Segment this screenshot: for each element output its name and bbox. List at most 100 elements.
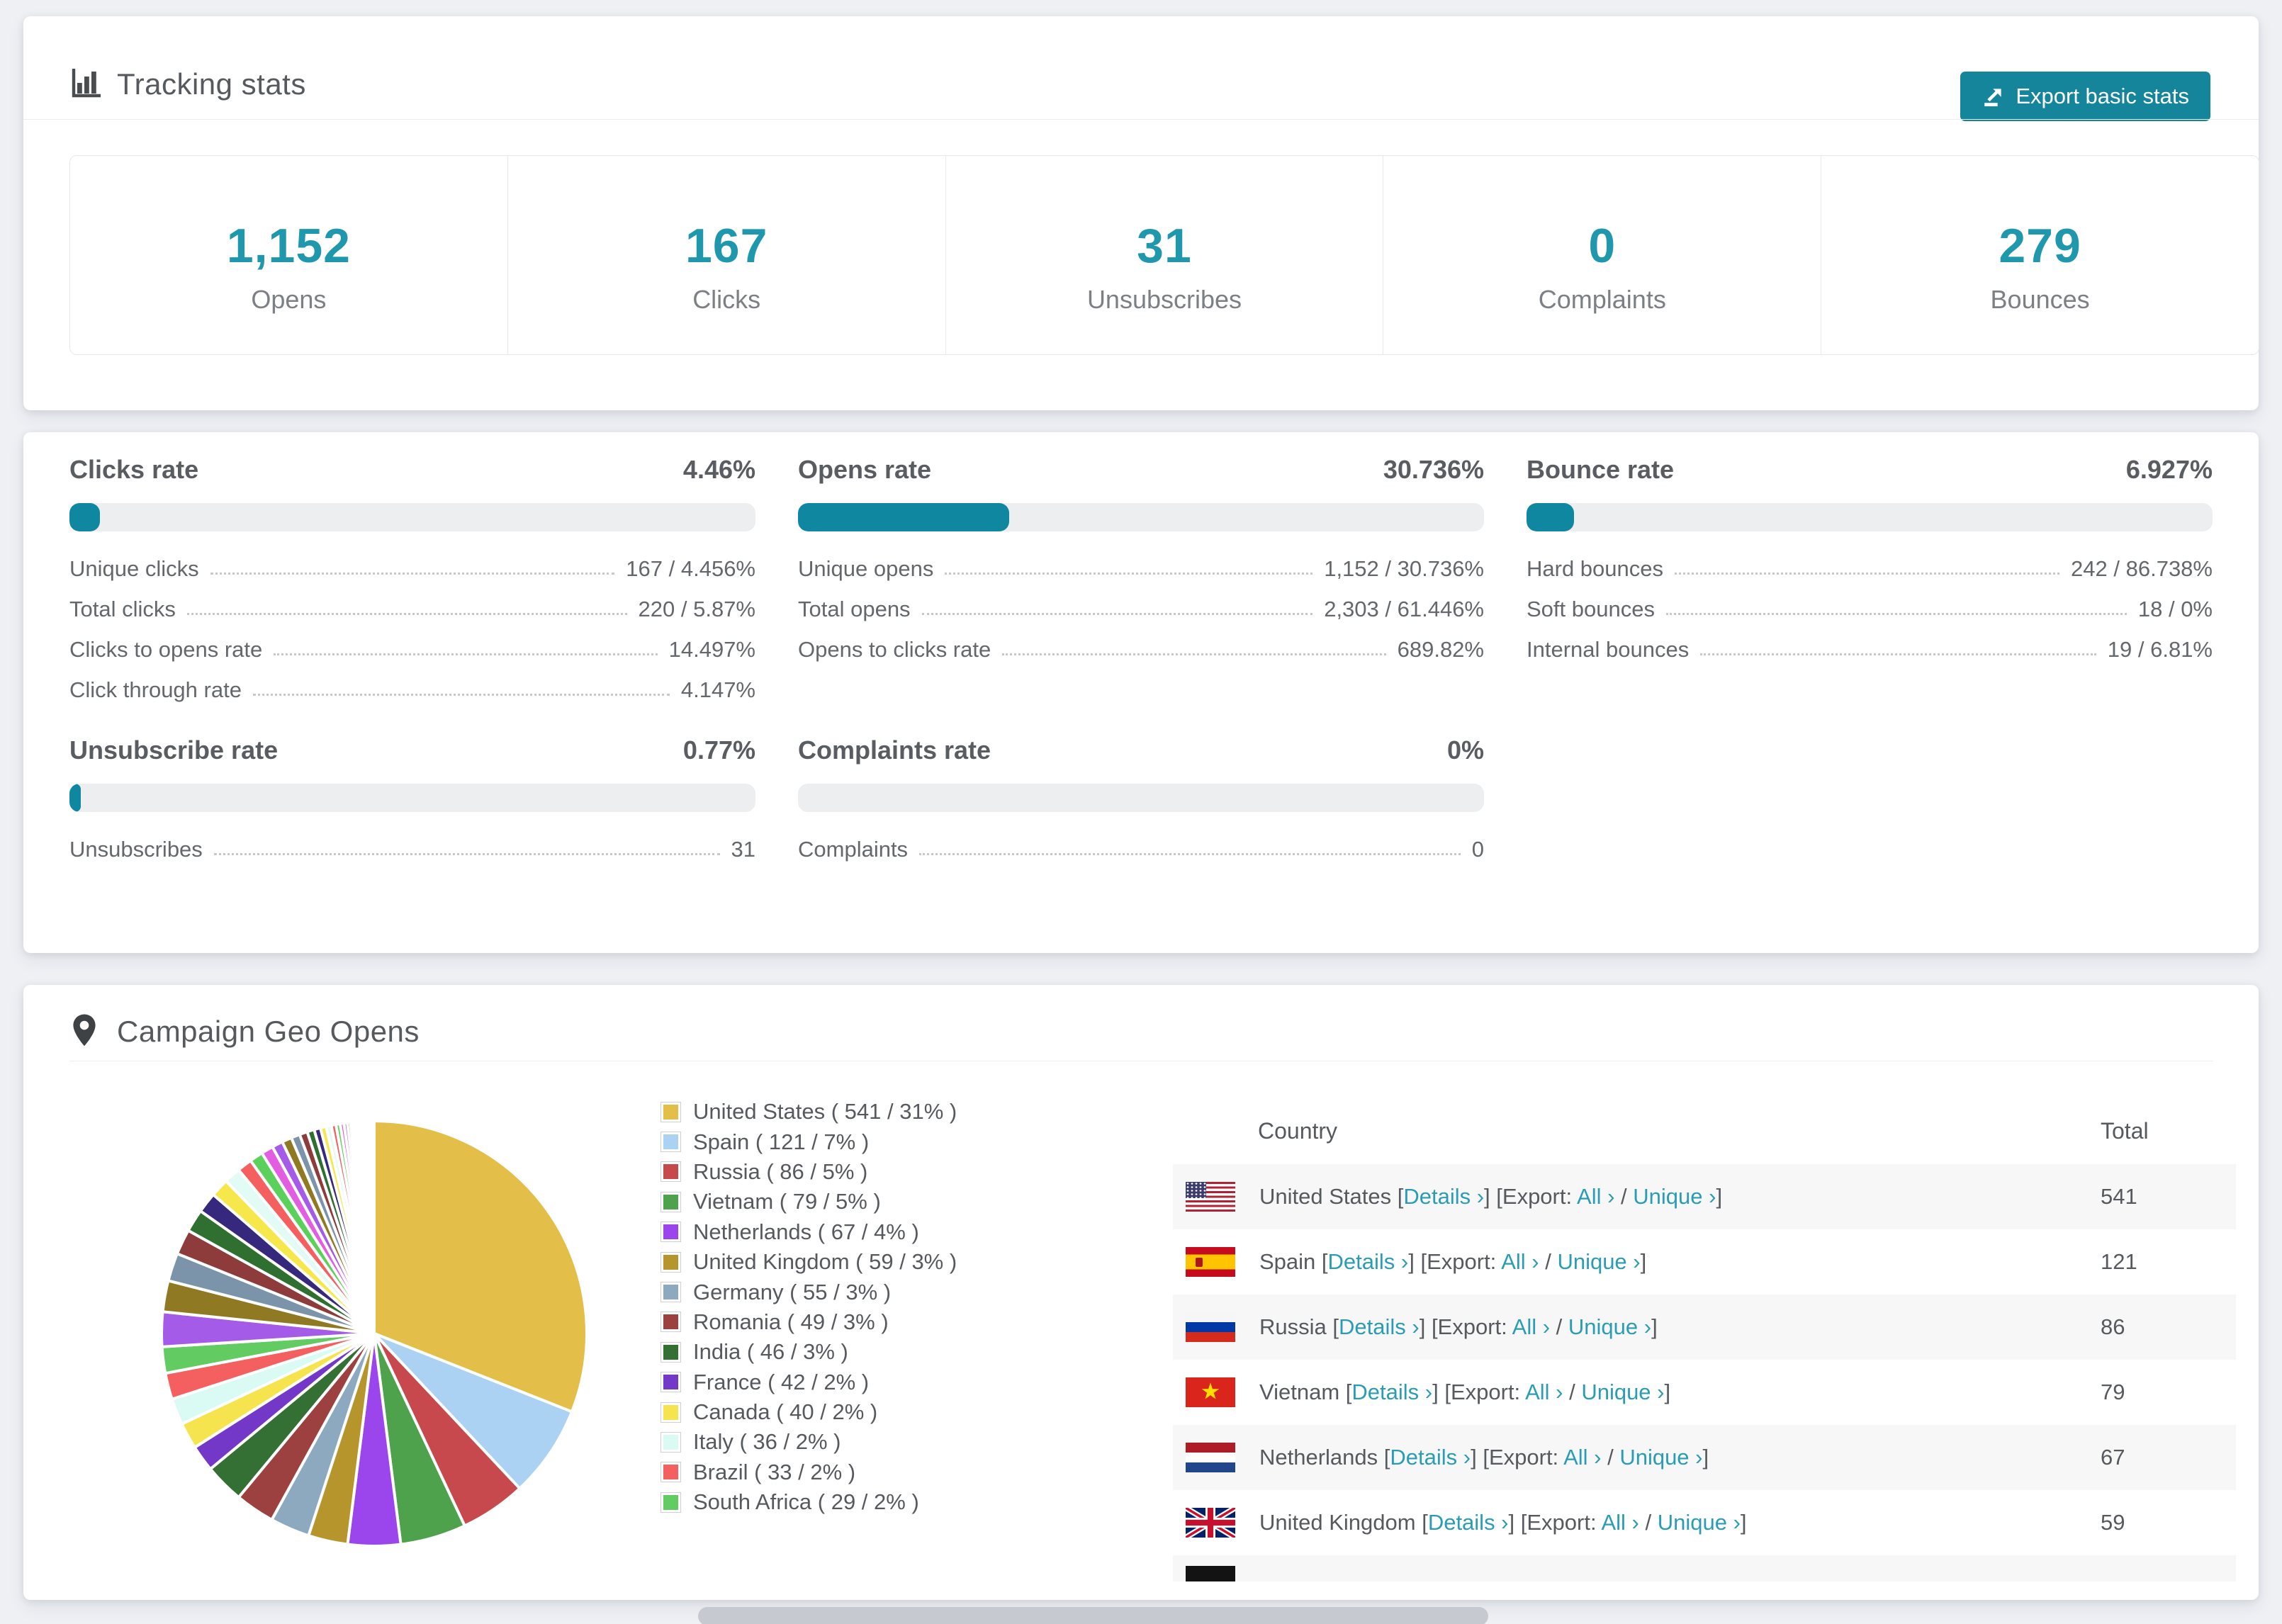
rate-row: Complaints 0 bbox=[798, 829, 1484, 869]
legend-swatch bbox=[661, 1222, 680, 1242]
rate-rows: Unsubscribes 31 bbox=[69, 829, 755, 869]
rate-head: Clicks rate 4.46% bbox=[69, 455, 755, 485]
flag-united-states bbox=[1186, 1182, 1235, 1212]
progress-bar bbox=[798, 503, 1484, 531]
slash: / bbox=[1563, 1380, 1582, 1404]
rate-rows: Hard bounces 242 / 86.738% Soft bounces 18 … bbox=[1527, 548, 2213, 670]
legend-label: United Kingdom ( 59 / 3% ) bbox=[693, 1249, 957, 1275]
dotted-leader bbox=[274, 653, 658, 655]
export-unique-link[interactable]: Unique › bbox=[1557, 1249, 1640, 1274]
legend-label: Romania ( 49 / 3% ) bbox=[693, 1309, 889, 1334]
dotted-leader bbox=[252, 694, 670, 696]
export-all-link[interactable]: All › bbox=[1601, 1510, 1639, 1535]
bracket: ] bbox=[1664, 1380, 1671, 1404]
bracket: ] bbox=[1716, 1184, 1723, 1209]
rate-title: Unsubscribe rate bbox=[69, 735, 279, 765]
rate-row-label: Hard bounces bbox=[1527, 556, 1664, 581]
stat-label: Clicks bbox=[692, 285, 761, 314]
geo-table: Country Total United States [Details ›] … bbox=[1173, 1098, 2236, 1581]
bracket: [ bbox=[1422, 1510, 1428, 1535]
bracket: [ bbox=[1332, 1314, 1339, 1339]
rate-row: Internal bounces 19 / 6.81% bbox=[1527, 629, 2213, 670]
export-prefix: [Export: bbox=[1444, 1380, 1526, 1404]
rate-block-unsubscribe-rate: Unsubscribe rate 0.77% Unsubscribes 31 bbox=[69, 735, 755, 869]
bracket: ] bbox=[1432, 1380, 1445, 1404]
pie-slice-other[interactable] bbox=[372, 1119, 376, 1335]
export-unique-link[interactable]: Unique › bbox=[1658, 1510, 1741, 1535]
flag-germany bbox=[1186, 1566, 1235, 1581]
map-pin-icon bbox=[73, 1014, 96, 1047]
rate-row: Unique opens 1,152 / 30.736% bbox=[798, 548, 1484, 589]
table-row: Spain [Details ›] [Export: All › / Uniqu… bbox=[1173, 1229, 2236, 1295]
horizontal-scrollbar-thumb[interactable] bbox=[698, 1607, 1488, 1624]
bar-chart-icon bbox=[72, 69, 101, 98]
rate-rows: Unique clicks 167 / 4.456% Total clicks 220… bbox=[69, 548, 755, 710]
campaign-geo-opens-card: Campaign Geo Opens United States ( 541 /… bbox=[23, 985, 2259, 1600]
details-link[interactable]: Details › bbox=[1328, 1249, 1409, 1274]
legend-label: United States ( 541 / 31% ) bbox=[693, 1099, 957, 1124]
country-name: United States bbox=[1259, 1184, 1398, 1209]
dotted-leader bbox=[1002, 653, 1386, 655]
stat-cell-opens: 1,152 Opens bbox=[70, 156, 508, 354]
legend-swatch bbox=[661, 1432, 680, 1452]
rate-row-value: 18 / 0% bbox=[2137, 597, 2213, 621]
details-link[interactable]: Details › bbox=[1390, 1445, 1471, 1470]
flag-spain bbox=[1186, 1247, 1235, 1277]
legend-swatch bbox=[661, 1342, 680, 1362]
rate-row: Unique clicks 167 / 4.456% bbox=[69, 548, 755, 589]
country-name: Spain bbox=[1259, 1249, 1322, 1274]
country-cell: Netherlands [Details ›] [Export: All › /… bbox=[1259, 1445, 1709, 1470]
rate-head: Unsubscribe rate 0.77% bbox=[69, 735, 755, 765]
rate-title: Opens rate bbox=[798, 455, 932, 484]
export-all-link[interactable]: All › bbox=[1501, 1249, 1539, 1274]
rate-title: Clicks rate bbox=[69, 455, 199, 484]
export-unique-link[interactable]: Unique › bbox=[1568, 1314, 1651, 1339]
flag-united-kingdom bbox=[1186, 1508, 1235, 1538]
legend-label: Netherlands ( 67 / 4% ) bbox=[693, 1219, 919, 1244]
total-value: 86 bbox=[2101, 1314, 2125, 1339]
progress-bar-fill bbox=[1527, 503, 1575, 531]
stat-label: Opens bbox=[251, 285, 327, 314]
geo-opens-pie-chart bbox=[160, 1119, 588, 1547]
progress-bar-fill bbox=[69, 503, 101, 531]
details-link[interactable]: Details › bbox=[1403, 1184, 1484, 1209]
rate-row-value: 242 / 86.738% bbox=[2071, 556, 2213, 581]
pie-legend: United States ( 541 / 31% ) Spain ( 121 /… bbox=[661, 1097, 957, 1517]
dotted-leader bbox=[1665, 613, 2127, 615]
rate-row-value: 689.82% bbox=[1397, 637, 1484, 662]
slash: / bbox=[1614, 1184, 1634, 1209]
table-row: United Kingdom [Details ›] [Export: All … bbox=[1173, 1490, 2236, 1555]
export-all-link[interactable]: All › bbox=[1512, 1314, 1550, 1339]
legend-item: France ( 42 / 2% ) bbox=[661, 1368, 957, 1397]
rate-block-opens-rate: Opens rate 30.736% Unique opens 1,152 / 30.… bbox=[798, 455, 1484, 670]
stat-cell-complaints: 0 Complaints bbox=[1383, 156, 1822, 354]
details-link[interactable]: Details › bbox=[1428, 1510, 1509, 1535]
stat-cell-clicks: 167 Clicks bbox=[508, 156, 946, 354]
progress-bar bbox=[69, 784, 755, 812]
rate-row: Soft bounces 18 / 0% bbox=[1527, 589, 2213, 629]
rate-row: Total clicks 220 / 5.87% bbox=[69, 589, 755, 629]
stat-value: 31 bbox=[1137, 219, 1192, 273]
rate-title: Complaints rate bbox=[798, 735, 991, 765]
stat-value: 0 bbox=[1588, 219, 1617, 273]
export-basic-stats-button[interactable]: Export basic stats bbox=[1960, 72, 2210, 121]
details-link[interactable]: Details › bbox=[1351, 1380, 1432, 1404]
legend-label: Canada ( 40 / 2% ) bbox=[693, 1399, 878, 1425]
legend-swatch bbox=[661, 1102, 680, 1122]
progress-bar bbox=[798, 784, 1484, 812]
rate-row-value: 167 / 4.456% bbox=[626, 556, 755, 581]
bracket: ] bbox=[1651, 1314, 1658, 1339]
details-link[interactable]: Details › bbox=[1339, 1314, 1420, 1339]
legend-label: Vietnam ( 79 / 5% ) bbox=[693, 1189, 881, 1214]
legend-swatch bbox=[661, 1132, 680, 1152]
rate-rows: Unique opens 1,152 / 30.736% Total opens 2,… bbox=[798, 548, 1484, 670]
export-unique-link[interactable]: Unique › bbox=[1633, 1184, 1716, 1209]
rate-value: 30.736% bbox=[1383, 455, 1484, 484]
export-unique-link[interactable]: Unique › bbox=[1581, 1380, 1664, 1404]
export-all-link[interactable]: All › bbox=[1577, 1184, 1614, 1209]
export-unique-link[interactable]: Unique › bbox=[1619, 1445, 1702, 1470]
export-all-link[interactable]: All › bbox=[1525, 1380, 1563, 1404]
export-all-link[interactable]: All › bbox=[1563, 1445, 1601, 1470]
progress-bar-fill bbox=[798, 503, 1009, 531]
rate-rows: Complaints 0 bbox=[798, 829, 1484, 869]
